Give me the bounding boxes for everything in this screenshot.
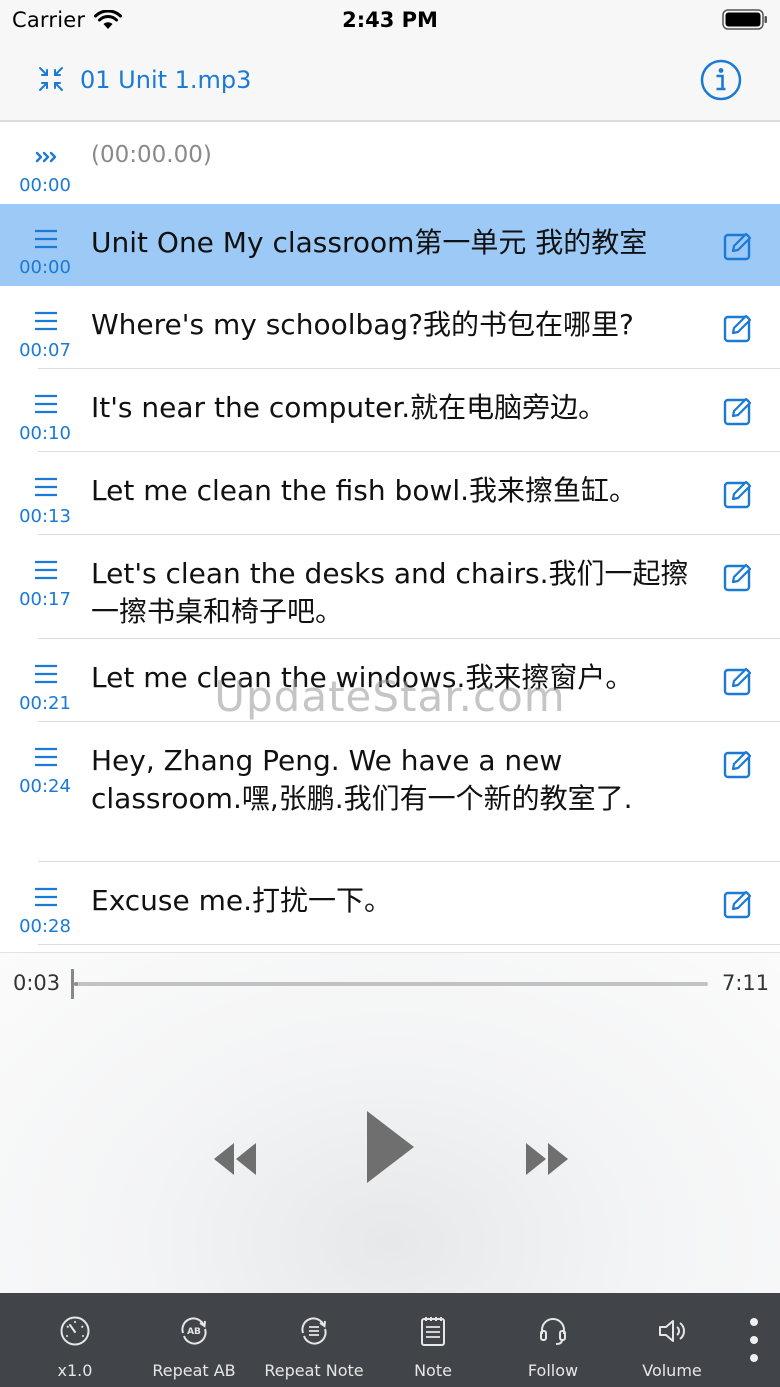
row-time: 00:10 (19, 423, 71, 444)
row-text: Let me clean the fish bowl.我来擦鱼缸。 (91, 474, 638, 507)
edit-icon[interactable] (722, 230, 754, 262)
row-time: 00:00 (19, 175, 71, 196)
subtitle-list[interactable]: 00:00 (00:00.00) 00:00 Unit One My class… (0, 122, 780, 952)
edit-icon[interactable] (722, 665, 754, 697)
edit-icon[interactable] (722, 395, 754, 427)
list-item[interactable]: 00:00 Unit One My classroom第一单元 我的教室 (0, 204, 780, 286)
headset-icon (540, 1318, 566, 1345)
progress-thumb[interactable] (71, 969, 74, 999)
tab-label: Note (414, 1361, 452, 1380)
fast-forward-icon (35, 151, 57, 163)
speed-gauge-icon (60, 1316, 90, 1346)
progress-fill (74, 982, 79, 986)
menu-icon[interactable] (33, 559, 59, 581)
tab-label: Repeat Note (264, 1361, 364, 1380)
total-time: 7:11 (722, 971, 770, 995)
edit-icon[interactable] (722, 312, 754, 344)
tab-follow[interactable]: Follow (493, 1293, 613, 1387)
status-bar: Carrier 2:43 PM (0, 0, 780, 40)
note-icon (421, 1317, 445, 1346)
volume-icon (659, 1320, 685, 1342)
row-text: Let's clean the desks and chairs.我们一起擦一擦… (91, 557, 689, 628)
tab-volume[interactable]: Volume (612, 1293, 732, 1387)
list-item[interactable]: 00:13 Let me clean the fish bowl.我来擦鱼缸。 (0, 452, 780, 535)
row-separator (38, 944, 780, 945)
progress-slider[interactable] (74, 982, 708, 986)
tab-note[interactable]: Note (373, 1293, 493, 1387)
menu-icon[interactable] (33, 663, 59, 685)
svg-text:AB: AB (187, 1327, 201, 1337)
row-text: Excuse me.打扰一下。 (91, 884, 393, 917)
navigation-bar: 01 Unit 1.mp3 (0, 40, 780, 122)
row-time: 00:13 (19, 506, 71, 527)
tab-speed[interactable]: x1.0 (15, 1293, 135, 1387)
row-text: It's near the computer.就在电脑旁边。 (91, 391, 607, 424)
row-text: (00:00.00) (91, 142, 212, 168)
row-time: 00:21 (19, 693, 71, 714)
row-time: 00:28 (19, 916, 71, 937)
list-item[interactable]: 00:21 Let me clean the windows.我来擦窗户。 (0, 639, 780, 722)
tab-label: x1.0 (57, 1361, 93, 1380)
menu-icon[interactable] (33, 393, 59, 415)
repeat-ab-icon: AB (181, 1317, 207, 1345)
list-item[interactable]: 00:07 Where's my schoolbag?我的书包在哪里? (0, 286, 780, 369)
row-text: Let me clean the windows.我来擦窗户。 (91, 661, 634, 694)
tab-repeat-ab[interactable]: AB Repeat AB (134, 1293, 254, 1387)
tab-label: Repeat AB (152, 1361, 236, 1380)
edit-icon[interactable] (722, 888, 754, 920)
row-text: Hey, Zhang Peng. We have a new classroom… (91, 744, 633, 815)
menu-icon[interactable] (33, 310, 59, 332)
audio-player: 0:03 7:11 (0, 952, 780, 1293)
tab-repeat-note[interactable]: Repeat Note (254, 1293, 374, 1387)
list-item[interactable]: 00:28 Excuse me.打扰一下。 (0, 862, 780, 945)
edit-icon[interactable] (722, 748, 754, 780)
row-time: 00:24 (19, 776, 71, 797)
header-row[interactable]: 00:00 (00:00.00) (0, 122, 780, 204)
info-icon[interactable] (699, 58, 743, 102)
menu-icon[interactable] (33, 476, 59, 498)
tab-label: Volume (642, 1361, 702, 1380)
battery-icon (722, 9, 767, 30)
menu-icon[interactable] (33, 746, 59, 768)
more-icon[interactable] (742, 1313, 766, 1367)
edit-icon[interactable] (722, 561, 754, 593)
play-button[interactable] (364, 1109, 416, 1185)
tab-label: Follow (527, 1361, 579, 1380)
collapse-icon[interactable] (38, 66, 64, 92)
edit-icon[interactable] (722, 478, 754, 510)
repeat-note-icon (301, 1317, 327, 1345)
status-time: 2:43 PM (342, 8, 438, 32)
list-item[interactable]: 00:17 Let's clean the desks and chairs.我… (0, 535, 780, 639)
list-item[interactable]: 00:10 It's near the computer.就在电脑旁边。 (0, 369, 780, 452)
list-item[interactable]: 00:24 Hey, Zhang Peng. We have a new cla… (0, 722, 780, 862)
row-time: 00:17 (19, 589, 71, 610)
row-time: 00:07 (19, 340, 71, 361)
row-text: Where's my schoolbag?我的书包在哪里? (91, 308, 634, 341)
row-text: Unit One My classroom第一单元 我的教室 (91, 226, 648, 259)
tab-bar: x1.0 AB Repeat AB Repeat Note Note Follo… (0, 1293, 780, 1387)
menu-icon[interactable] (33, 228, 59, 250)
fast-forward-button[interactable] (524, 1139, 570, 1179)
rewind-button[interactable] (212, 1139, 258, 1179)
current-time: 0:03 (13, 971, 61, 995)
nav-title: 01 Unit 1.mp3 (80, 66, 252, 94)
row-time: 00:00 (19, 257, 71, 278)
menu-icon[interactable] (33, 886, 59, 908)
